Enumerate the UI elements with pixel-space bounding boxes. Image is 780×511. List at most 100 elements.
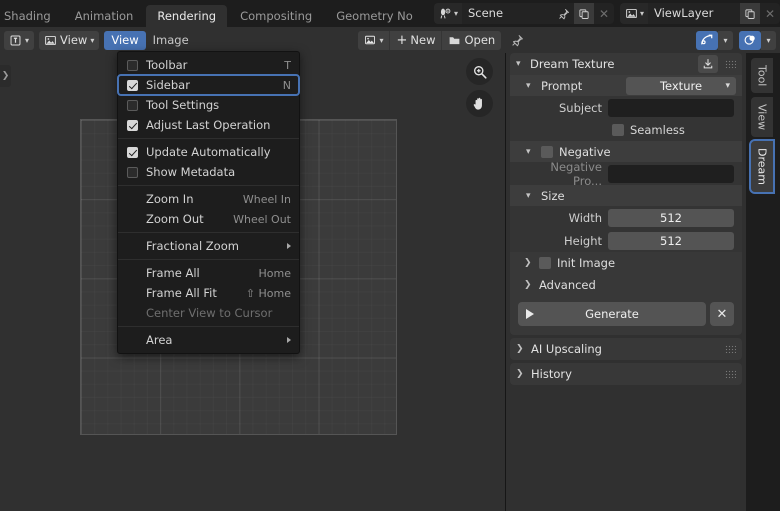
width-input[interactable]: 512 [608,208,734,227]
sidebar-category-tabs: Tool View Dream [747,53,780,511]
pin-icon[interactable] [507,31,527,50]
sidebar-tab-view[interactable]: View [751,97,773,138]
scene-name[interactable]: Scene [461,3,554,24]
panel-body-dream-texture: ▾ Prompt Texture ▾ Subject Seamless ▾ Ne… [510,75,742,335]
image-datablock-browse[interactable]: ▾ [358,31,389,50]
menu-item-area[interactable]: Area [118,330,299,350]
menu-item-frame-all[interactable]: Frame All Home [118,263,299,283]
generate-button[interactable]: Generate [518,302,706,326]
subpanel-header-prompt[interactable]: ▾ Prompt Texture ▾ [510,75,742,96]
menu-item-frame-all-fit[interactable]: Frame All Fit ⇧ Home [118,283,299,303]
width-label: Width [568,210,602,225]
menu-item-label: Zoom Out [146,212,204,226]
checkbox[interactable] [127,119,138,131]
gizmo-icon[interactable] [696,30,719,50]
chevron-down-icon: ▾ [90,35,95,45]
view-dropdown-menu[interactable]: Toolbar T Sidebar N Tool Settings Adjust… [117,51,300,354]
negative-prompt-label: Negative Pro... [550,159,602,188]
menu-item-tool-settings[interactable]: Tool Settings [118,95,299,115]
new-image-label: New [410,33,436,47]
workspace-tab-animation[interactable]: Animation [64,5,145,27]
zoom-in-icon[interactable] [466,58,493,85]
sidebar-dream-panel: ▾ Dream Texture ▾ Prompt Texture ▾ Subje… [506,53,746,511]
menu-item-adjust-last-operation[interactable]: Adjust Last Operation [118,115,299,135]
plus-icon: + [396,32,408,48]
cancel-generate-button[interactable]: ✕ [710,302,734,326]
overlay-toggle-group: ▾ [739,30,777,50]
menu-image[interactable]: Image [146,31,196,50]
scene-unlink-button[interactable]: ✕ [594,3,614,24]
menu-item-update-automatically[interactable]: Update Automatically [118,142,299,162]
image-display-mode-selector[interactable]: View ▾ [39,30,100,50]
grip-dots-icon[interactable] [725,370,736,378]
menu-item-zoom-out[interactable]: Zoom Out Wheel Out [118,209,299,229]
download-icon[interactable] [698,55,718,73]
overlay-dropdown-button[interactable]: ▾ [761,30,777,50]
subpanel-header-advanced[interactable]: ❯ Advanced [510,274,742,296]
menu-item-center-view-to-cursor: Center View to Cursor [118,303,299,323]
editor-type-selector[interactable]: ▾ [4,30,35,50]
sidebar-tab-dream[interactable]: Dream [749,139,775,195]
checkbox[interactable] [127,166,138,178]
subpanel-header-size[interactable]: ▾ Size [510,185,742,206]
viewlayer-selector[interactable]: ▾ ViewLayer ✕ [619,3,780,24]
toolbar-expand-arrow[interactable]: ❯ [0,65,11,87]
subpanel-title: Size [541,188,565,203]
checkbox[interactable] [127,146,138,158]
checkbox[interactable] [127,79,138,91]
checkbox[interactable] [127,99,138,111]
open-image-button[interactable]: Open [441,30,501,50]
prompt-preset-dropdown[interactable]: Texture ▾ [626,76,736,95]
sidebar-tab-label: Dream [755,148,769,186]
menu-item-zoom-in[interactable]: Zoom In Wheel In [118,189,299,209]
menu-item-label: Show Metadata [146,165,236,179]
panel-history[interactable]: ❯ History [510,363,742,385]
chevron-right-icon: ❯ [524,280,532,290]
workspace-tab-shading[interactable]: Shading [0,5,62,27]
menu-item-label: Sidebar [146,78,190,92]
menu-separator [118,138,299,139]
subpanel-body-prompt: Subject Seamless [510,96,742,141]
subpanel-header-init-image[interactable]: ❯ Init Image [510,252,742,274]
menu-view[interactable]: View [104,30,146,50]
pin-icon[interactable] [554,3,574,24]
seamless-checkbox[interactable] [612,124,624,136]
init-image-enable-checkbox[interactable] [539,257,551,269]
duplicate-icon[interactable] [573,3,594,24]
checkbox[interactable] [127,59,138,71]
menu-item-toolbar[interactable]: Toolbar T [118,55,299,75]
menu-separator [118,232,299,233]
viewlayer-icon[interactable]: ▾ [619,3,648,24]
panel-header-dream-texture[interactable]: ▾ Dream Texture [510,53,742,75]
chevron-right-icon: ❯ [516,369,524,379]
menu-item-sidebar[interactable]: Sidebar N [117,74,300,96]
scene-icon[interactable]: ▾ [433,3,462,24]
menu-item-show-metadata[interactable]: Show Metadata [118,162,299,182]
negative-enable-checkbox[interactable] [541,145,553,158]
menu-item-shortcut: ⇧ Home [245,286,291,300]
workspace-tab-geometry-nodes[interactable]: Geometry No [325,5,424,27]
duplicate-icon[interactable] [740,3,760,24]
grip-dots-icon[interactable] [725,60,736,68]
menu-item-fractional-zoom[interactable]: Fractional Zoom [118,236,299,256]
menu-separator [118,259,299,260]
height-input[interactable]: 512 [608,231,734,250]
subject-input[interactable] [608,98,734,117]
subject-label: Subject [559,100,602,115]
grip-dots-icon[interactable] [725,345,736,353]
chevron-down-icon: ▾ [516,59,521,69]
image-display-mode-label: View [60,33,88,47]
new-image-button[interactable]: + New [389,30,441,50]
submenu-arrow-icon [287,243,291,249]
pan-hand-icon[interactable] [466,90,493,117]
overlays-icon[interactable] [739,30,762,50]
negative-prompt-input[interactable] [608,164,734,183]
gizmo-dropdown-button[interactable]: ▾ [718,30,734,50]
workspace-tab-rendering[interactable]: Rendering [146,5,228,27]
viewlayer-unlink-button[interactable]: ✕ [760,3,780,24]
panel-ai-upscaling[interactable]: ❯ AI Upscaling [510,338,742,360]
sidebar-tab-tool[interactable]: Tool [751,58,773,94]
viewlayer-name[interactable]: ViewLayer [648,3,740,24]
workspace-tab-compositing[interactable]: Compositing [229,5,323,27]
scene-selector[interactable]: ▾ Scene ✕ [433,3,614,24]
